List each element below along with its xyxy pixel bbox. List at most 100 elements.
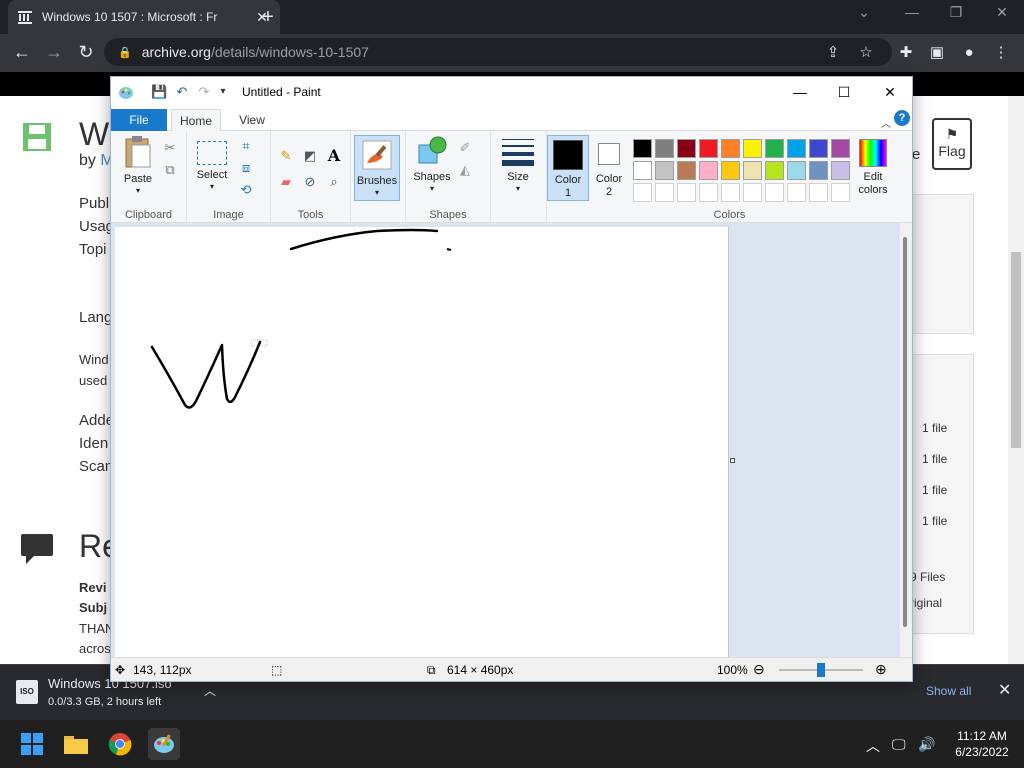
color-picker-icon[interactable]: ⊘ xyxy=(301,173,319,191)
undo-icon[interactable]: ↶ xyxy=(174,84,190,100)
chrome-icon[interactable] xyxy=(104,728,136,760)
color2-button[interactable]: Color 2 xyxy=(591,135,627,201)
palette-swatch[interactable] xyxy=(677,139,696,158)
palette-swatch[interactable] xyxy=(765,183,784,202)
palette-swatch[interactable] xyxy=(831,139,850,158)
canvas-scrollbar-thumb[interactable] xyxy=(903,237,907,627)
forward-arrow-icon[interactable]: → xyxy=(42,41,66,63)
tab-home[interactable]: Home xyxy=(171,109,221,131)
drawing-canvas[interactable] xyxy=(115,227,729,657)
text-tool-icon[interactable]: A xyxy=(325,147,343,165)
paint-close-icon[interactable]: ✕ xyxy=(875,82,905,102)
rotate-icon[interactable]: ⟲ xyxy=(237,181,255,199)
tab-search-chevron-icon[interactable]: ⌄ xyxy=(852,4,876,26)
shape-fill-icon[interactable]: ◭ xyxy=(456,161,474,179)
palette-swatch[interactable] xyxy=(743,183,762,202)
minimize-ribbon-chevron-icon[interactable]: ︿ xyxy=(881,115,891,130)
zoom-in-icon[interactable]: ⊕ xyxy=(875,661,887,678)
new-tab-button[interactable]: + xyxy=(258,6,278,28)
menu-kebab-icon[interactable]: ⋮ xyxy=(990,42,1012,64)
outline-icon[interactable]: ✐ xyxy=(456,139,474,157)
tab-file[interactable]: File xyxy=(111,109,167,131)
files-total[interactable]: 9 Files xyxy=(910,570,945,584)
palette-swatch[interactable] xyxy=(809,161,828,180)
customize-qa-chevron-icon[interactable]: ▾ xyxy=(215,84,231,100)
redo-icon[interactable]: ↷ xyxy=(196,84,212,100)
show-hidden-icons-chevron[interactable]: ︿ xyxy=(866,736,880,756)
network-icon[interactable]: 🖵 xyxy=(892,736,906,753)
page-scrollbar[interactable] xyxy=(1008,96,1024,664)
copy-icon[interactable]: ⧉ xyxy=(161,161,179,179)
browser-tab[interactable]: Windows 10 1507 : Microsoft : Fr ✕ xyxy=(8,0,280,34)
tab-view[interactable]: View xyxy=(229,109,275,131)
back-arrow-icon[interactable]: ← xyxy=(10,41,34,63)
palette-swatch[interactable] xyxy=(765,161,784,180)
color1-button[interactable]: Color 1 xyxy=(547,135,589,201)
zoom-slider-thumb[interactable] xyxy=(817,663,825,677)
save-icon[interactable]: 💾 xyxy=(151,84,167,100)
palette-swatch[interactable] xyxy=(677,161,696,180)
show-all-button[interactable]: Show all xyxy=(926,684,971,698)
palette-swatch[interactable] xyxy=(699,183,718,202)
file-count-2[interactable]: 1 file xyxy=(922,452,947,466)
palette-swatch[interactable] xyxy=(809,183,828,202)
page-scrollbar-thumb[interactable] xyxy=(1011,252,1021,448)
palette-swatch[interactable] xyxy=(809,139,828,158)
shapes-button[interactable]: Shapes ▾ xyxy=(412,135,452,195)
restore-icon[interactable]: ❐ xyxy=(944,4,968,26)
chevron-up-icon[interactable]: ︿ xyxy=(204,682,216,699)
start-windows-icon[interactable] xyxy=(16,728,48,760)
palette-swatch[interactable] xyxy=(787,139,806,158)
reload-icon[interactable]: ↻ xyxy=(74,41,98,63)
crop-icon[interactable]: ⌗ xyxy=(237,137,255,155)
palette-swatch[interactable] xyxy=(721,161,740,180)
help-icon[interactable]: ? xyxy=(894,110,910,126)
palette-swatch[interactable] xyxy=(743,161,762,180)
paint-app-icon[interactable] xyxy=(118,84,134,100)
resize-icon[interactable]: ⧈ xyxy=(237,159,255,177)
paint-minimize-icon[interactable]: — xyxy=(785,82,815,102)
palette-swatch[interactable] xyxy=(655,183,674,202)
palette-swatch[interactable] xyxy=(765,139,784,158)
palette-swatch[interactable] xyxy=(633,139,652,158)
palette-swatch[interactable] xyxy=(655,161,674,180)
volume-icon[interactable]: 🔊 xyxy=(918,736,935,753)
palette-swatch[interactable] xyxy=(787,161,806,180)
palette-swatch[interactable] xyxy=(699,161,718,180)
flag-button[interactable]: ⚑ Flag xyxy=(932,118,972,170)
edit-colors-button[interactable]: Edit colors xyxy=(852,135,894,197)
close-icon[interactable]: ✕ xyxy=(990,4,1014,26)
magnifier-icon[interactable]: ⌕ xyxy=(325,173,343,191)
palette-swatch[interactable] xyxy=(633,183,652,202)
palette-swatch[interactable] xyxy=(655,139,674,158)
shelf-close-icon[interactable]: ✕ xyxy=(998,680,1011,700)
palette-swatch[interactable] xyxy=(831,161,850,180)
pencil-icon[interactable]: ✎ xyxy=(277,147,295,165)
taskbar-clock[interactable]: 11:12 AM 6/23/2022 xyxy=(944,728,1020,760)
file-count-1[interactable]: 1 file xyxy=(922,421,947,435)
zoom-out-icon[interactable]: ⊖ xyxy=(753,661,765,678)
canvas-resize-handle[interactable] xyxy=(730,458,735,463)
file-count-3[interactable]: 1 file xyxy=(922,483,947,497)
side-panel-icon[interactable]: ▣ xyxy=(926,42,948,64)
paint-maximize-icon[interactable]: ☐ xyxy=(829,82,859,102)
eraser-icon[interactable]: ▰ xyxy=(277,173,295,191)
palette-swatch[interactable] xyxy=(831,183,850,202)
cut-scissors-icon[interactable]: ✂ xyxy=(161,139,179,157)
palette-swatch[interactable] xyxy=(677,183,696,202)
address-bar[interactable]: 🔒 archive.org/details/windows-10-1507 xyxy=(104,38,892,66)
palette-swatch[interactable] xyxy=(721,183,740,202)
canvas-scrollbar[interactable] xyxy=(900,223,912,657)
select-button[interactable]: Select ▾ xyxy=(193,141,231,193)
minimize-icon[interactable]: — xyxy=(900,4,924,26)
fill-bucket-icon[interactable]: ◩ xyxy=(301,147,319,165)
share-icon[interactable]: ⇪ xyxy=(822,42,844,64)
size-button[interactable]: Size ▾ xyxy=(497,137,539,195)
palette-swatch[interactable] xyxy=(721,139,740,158)
paint-taskbar-icon[interactable] xyxy=(148,728,180,760)
profile-avatar-icon[interactable]: ● xyxy=(958,42,980,64)
paste-button[interactable]: Paste ▾ xyxy=(119,135,157,197)
file-explorer-icon[interactable] xyxy=(60,728,92,760)
brushes-button[interactable]: Brushes ▾ xyxy=(354,135,400,201)
palette-swatch[interactable] xyxy=(699,139,718,158)
